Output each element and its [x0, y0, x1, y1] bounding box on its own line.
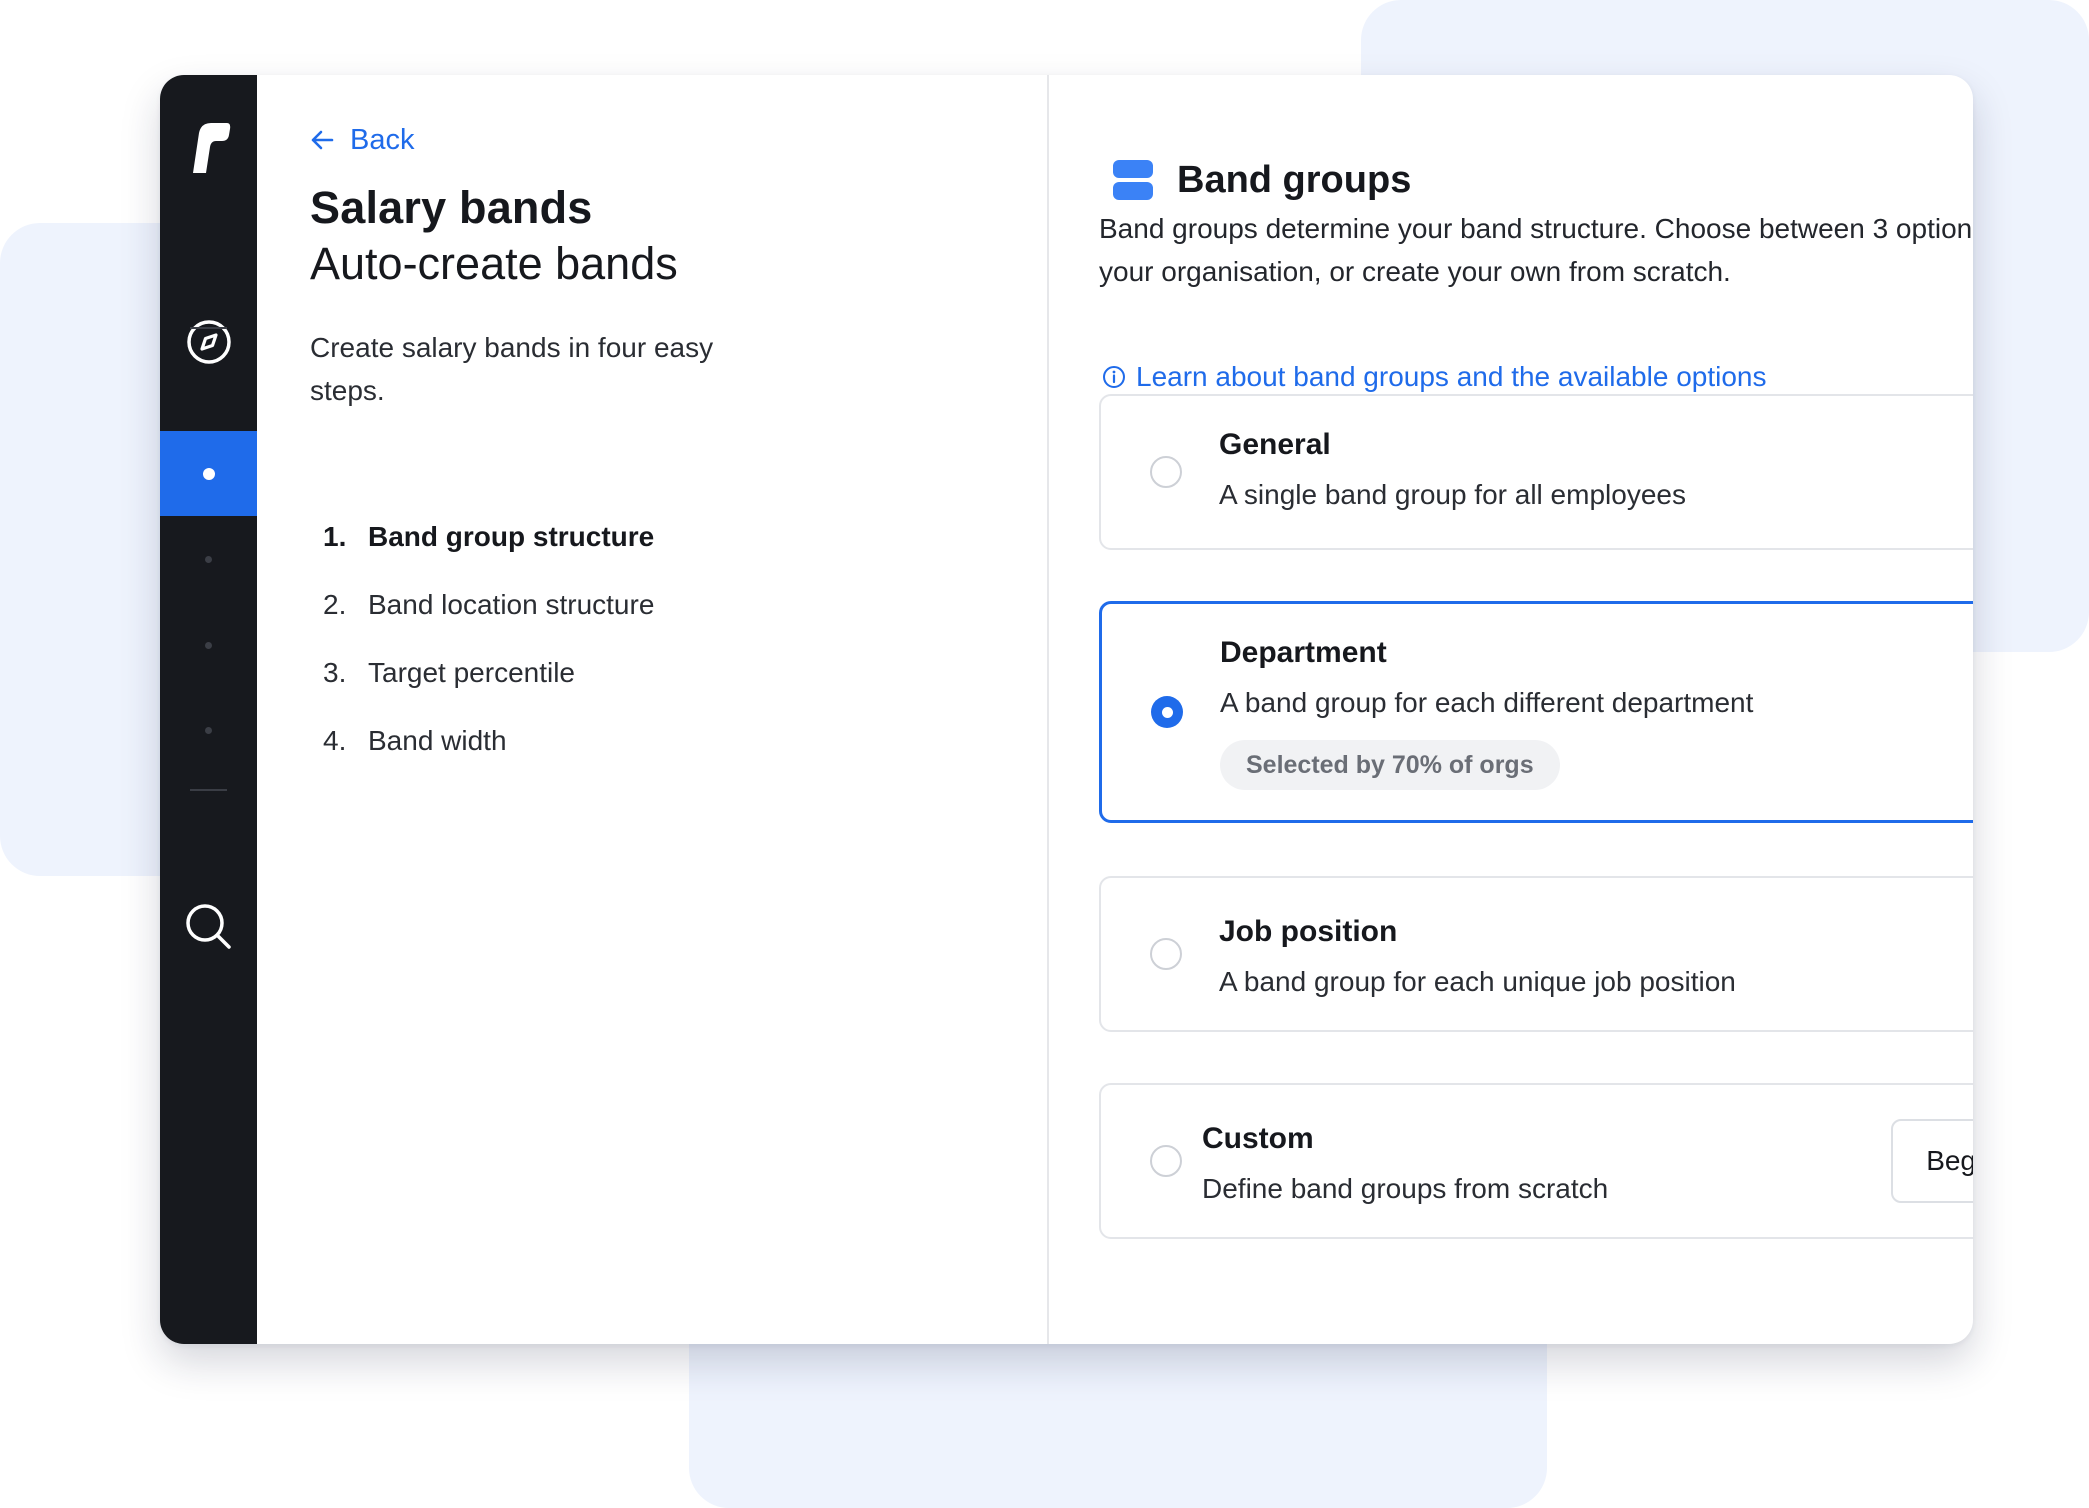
wizard-steps-panel: Back Salary bands Auto-create bands Crea…	[257, 75, 1049, 1344]
step-label: Band group structure	[368, 521, 655, 552]
section-title: Band groups	[1177, 158, 1412, 201]
option-title: Job position	[1219, 915, 1398, 948]
arrow-left-icon	[311, 130, 334, 150]
option-title: Custom	[1202, 1122, 1314, 1155]
step-number: 1.	[323, 521, 347, 552]
step-dot	[205, 726, 212, 734]
sidebar-step-1[interactable]	[160, 431, 257, 516]
sidebar-divider	[190, 327, 227, 329]
radio-general[interactable]	[1150, 456, 1182, 488]
page-subtitle: Auto-create bands	[310, 238, 678, 289]
r-logo-icon	[192, 123, 230, 173]
step-label: Band width	[368, 725, 507, 756]
step-item[interactable]: 1. Band group structure	[323, 503, 654, 571]
band-groups-panel: Band groups Band groups determine your b…	[1049, 75, 1973, 1344]
option-description: A single band group for all employees	[1219, 479, 1686, 510]
info-icon	[1103, 366, 1125, 388]
step-dot-active	[202, 467, 215, 480]
option-job-position[interactable]: Job position A band group for each uniqu…	[1099, 876, 1973, 1032]
search-icon	[185, 904, 231, 949]
app-logo[interactable]	[160, 107, 257, 187]
stack-icon	[1113, 160, 1153, 200]
sidebar-item-explore[interactable]	[160, 302, 257, 382]
option-description: A band group for each different departme…	[1220, 687, 1754, 718]
option-title: General	[1219, 428, 1331, 461]
back-label: Back	[350, 123, 415, 156]
step-item[interactable]: 2. Band location structure	[323, 571, 654, 639]
radio-custom[interactable]	[1150, 1145, 1182, 1177]
option-custom[interactable]: Custom Define band groups from scratch B…	[1099, 1083, 1973, 1239]
sidebar-divider	[190, 789, 227, 791]
option-department[interactable]: Department A band group for each differe…	[1099, 601, 1973, 823]
radio-job-position[interactable]	[1150, 938, 1182, 970]
step-number: 4.	[323, 725, 347, 756]
sidebar-step-4[interactable]	[160, 710, 257, 750]
sidebar-item-search[interactable]	[160, 887, 257, 967]
section-description: Band groups determine your band structur…	[1099, 213, 1973, 287]
sidebar	[160, 75, 257, 1344]
app-window: Back Salary bands Auto-create bands Crea…	[160, 75, 1973, 1344]
step-item[interactable]: 3. Target percentile	[323, 639, 654, 707]
popularity-badge: Selected by 70% of orgs	[1220, 740, 1560, 790]
back-link[interactable]: Back	[310, 105, 414, 175]
option-description: A band group for each unique job positio…	[1219, 966, 1736, 997]
option-title: Department	[1220, 636, 1387, 669]
step-number: 3.	[323, 657, 347, 688]
radio-department[interactable]	[1151, 696, 1183, 728]
learn-more-label: Learn about band groups and the availabl…	[1136, 361, 1767, 392]
page-title: Salary bands	[310, 182, 593, 233]
option-general[interactable]: General A single band group for all empl…	[1099, 394, 1973, 550]
step-label: Target percentile	[368, 657, 576, 688]
sidebar-step-2[interactable]	[160, 539, 257, 579]
begin-button[interactable]: Begin	[1891, 1119, 1973, 1203]
intro-text: Create salary bands in four easy steps.	[310, 332, 714, 406]
step-number: 2.	[323, 589, 347, 620]
steps-list: 1. Band group structure 2. Band location…	[323, 503, 654, 775]
option-description: Define band groups from scratch	[1202, 1173, 1609, 1204]
step-dot	[205, 641, 212, 649]
step-item[interactable]: 4. Band width	[323, 707, 654, 775]
compass-icon	[186, 320, 231, 364]
learn-more-link[interactable]: Learn about band groups and the availabl…	[1102, 361, 1767, 393]
step-label: Band location structure	[368, 589, 655, 620]
step-dot	[205, 555, 212, 563]
sidebar-step-3[interactable]	[160, 625, 257, 665]
